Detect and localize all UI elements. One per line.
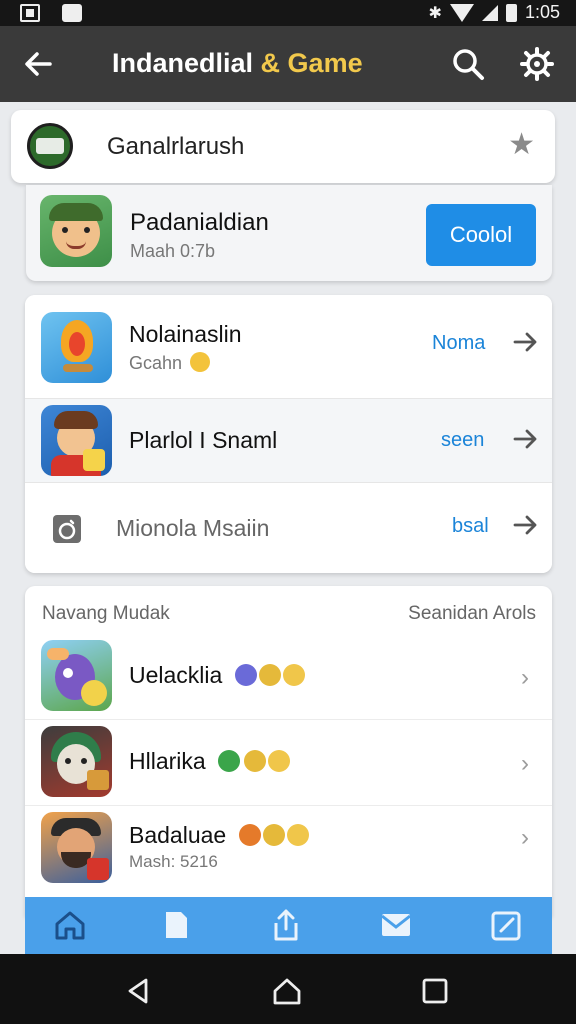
arrow-right-icon[interactable] xyxy=(513,331,539,353)
bottom-tab-bar xyxy=(25,897,552,954)
status-time: 1:05 xyxy=(524,2,560,22)
nav-home-icon[interactable] xyxy=(272,976,302,1006)
timer-icon xyxy=(53,515,81,543)
chevron-right-icon[interactable]: › xyxy=(521,750,529,778)
arrow-right-icon[interactable] xyxy=(513,428,539,450)
search-card-text: Ganalrlarush xyxy=(107,133,245,160)
games-section-card: Navang Mudak Seanidan Arols Uelacklia › … xyxy=(25,586,552,916)
list-item[interactable]: Hllarika › xyxy=(25,720,552,806)
emoji-icon xyxy=(244,750,267,772)
title-accent: & Game xyxy=(260,48,363,78)
status-bar: ✱ 1:05 xyxy=(0,0,576,26)
title-main: Indanedlial xyxy=(112,48,254,78)
game-list-card: Nolainaslin Gcahn Noma Plarlol I Snaml s… xyxy=(25,295,552,573)
mail-tab-icon[interactable] xyxy=(379,909,413,941)
chevron-right-icon[interactable]: › xyxy=(521,824,529,852)
featured-action-button[interactable]: Coolol xyxy=(426,204,536,266)
emoji-icon xyxy=(234,664,257,686)
pirate-game-icon xyxy=(41,812,112,883)
page-title: Indanedlial & Game xyxy=(112,48,363,79)
featured-title: Padanialdian xyxy=(130,209,269,236)
signal-icon xyxy=(481,4,498,21)
fire-game-icon xyxy=(41,312,112,383)
emoji-icon xyxy=(238,824,261,846)
photo-notification-icon xyxy=(20,4,40,22)
emoji-icon xyxy=(218,750,241,772)
featured-card: Padanialdian Maah 0:7b Coolol xyxy=(26,185,552,281)
section-header-link[interactable]: Seanidan Arols xyxy=(408,603,536,625)
featured-game-icon xyxy=(40,195,112,267)
emoji-icon xyxy=(282,664,305,686)
emoji-icon xyxy=(286,824,309,846)
featured-subtitle: Maah 0:7b xyxy=(130,241,216,261)
list-item[interactable]: Plarlol I Snaml seen xyxy=(25,398,552,482)
nav-back-icon[interactable] xyxy=(124,976,154,1006)
gear-icon[interactable] xyxy=(519,46,555,82)
app-notification-icon xyxy=(62,4,82,22)
system-navigation-bar xyxy=(0,954,576,1024)
list-item-title: Plarlol I Snaml xyxy=(129,427,278,453)
list-item-title: Nolainaslin xyxy=(129,321,242,347)
emoji-icon xyxy=(262,824,285,846)
avatar xyxy=(27,123,73,169)
edit-tab-icon[interactable] xyxy=(489,909,523,941)
list-item-title: Hllarika xyxy=(129,748,291,775)
battery-icon xyxy=(505,3,517,22)
share-tab-icon[interactable] xyxy=(269,909,303,941)
list-item[interactable]: Badaluae Mash: 5216 › xyxy=(25,806,552,892)
list-item[interactable]: Nolainaslin Gcahn Noma xyxy=(25,295,552,398)
system-icons: ✱ 1:05 xyxy=(429,2,560,23)
app-bar: Indanedlial & Game xyxy=(0,26,576,102)
monster-game-icon xyxy=(41,640,112,711)
list-item-action[interactable]: Noma xyxy=(432,332,485,355)
character-game-icon xyxy=(41,405,112,476)
list-item-title: Mionola Msaiin xyxy=(116,515,270,541)
star-icon[interactable]: ★ xyxy=(508,130,535,160)
notification-icons xyxy=(20,4,82,22)
back-arrow-icon[interactable] xyxy=(20,46,56,82)
list-item-title: Uelacklia xyxy=(129,662,305,689)
warrior-game-icon xyxy=(41,726,112,797)
section-header: Navang Mudak xyxy=(42,603,170,624)
document-tab-icon[interactable] xyxy=(159,909,193,941)
list-item-title: Badaluae xyxy=(129,822,309,849)
list-item-action[interactable]: seen xyxy=(441,429,484,452)
arrow-right-icon[interactable] xyxy=(513,514,539,536)
emoji-icon xyxy=(268,750,291,772)
wifi-icon xyxy=(449,3,474,22)
nav-recents-icon[interactable] xyxy=(420,976,450,1006)
emoji-icon xyxy=(258,664,281,686)
search-icon[interactable] xyxy=(450,46,486,82)
list-item[interactable]: Mionola Msaiin bsal xyxy=(25,482,552,573)
list-item-subtitle: Gcahn xyxy=(129,352,211,374)
chevron-right-icon[interactable]: › xyxy=(521,664,529,692)
list-item-subtitle: Mash: 5216 xyxy=(129,852,218,871)
list-item-action[interactable]: bsal xyxy=(452,515,489,538)
home-tab-icon[interactable] xyxy=(53,909,87,941)
search-card[interactable]: Ganalrlarush ★ xyxy=(11,110,555,183)
list-item[interactable]: Uelacklia › xyxy=(25,634,552,720)
emoji-icon xyxy=(190,352,211,372)
bluetooth-icon: ✱ xyxy=(428,4,442,22)
